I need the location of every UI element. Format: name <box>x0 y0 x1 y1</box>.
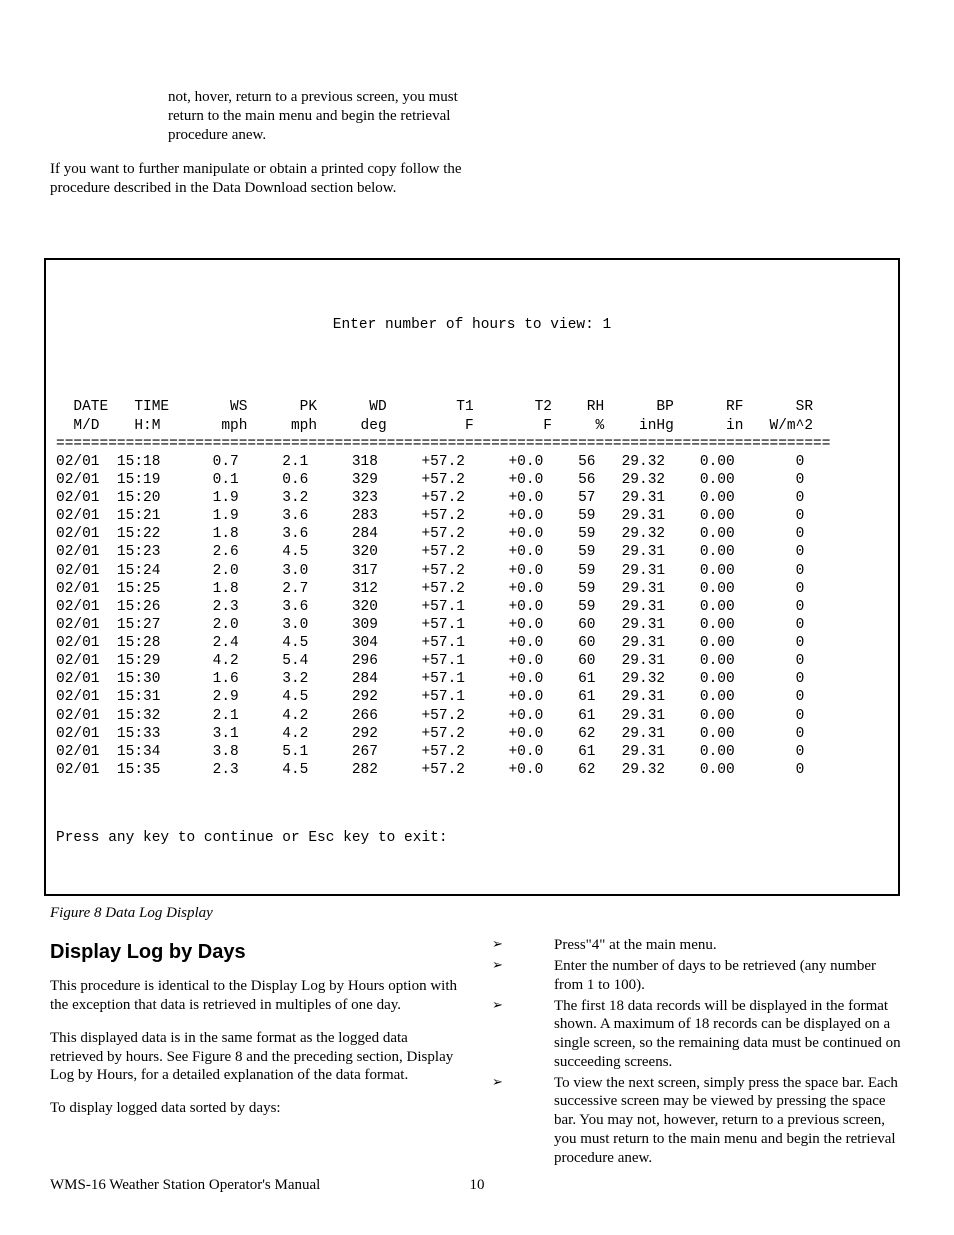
left-column: Display Log by Days This procedure is id… <box>50 936 462 1169</box>
footer-page-number: 10 <box>470 1176 485 1195</box>
list-item-text: The first 18 data records will be displa… <box>554 998 901 1070</box>
list-item-text: Press"4" at the main menu. <box>554 937 717 953</box>
hover-paragraph: not, hover, return to a previous screen,… <box>168 88 458 144</box>
terminal-prompt: Enter number of hours to view: 1 <box>56 316 888 334</box>
bullet-list: ➢ Press"4" at the main menu. ➢ Enter the nu… <box>492 936 904 1167</box>
body-paragraph: This procedure is identical to the Displ… <box>50 977 462 1015</box>
arrow-icon: ➢ <box>492 957 514 973</box>
right-column: ➢ Press"4" at the main menu. ➢ Enter the nu… <box>492 936 904 1169</box>
list-item-text: To view the next screen, simply press th… <box>554 1075 898 1166</box>
page: not, hover, return to a previous screen,… <box>0 0 954 1235</box>
terminal-table: DATE TIME WS PK WD T1 T2 RH BP RF SR M/D… <box>56 398 888 779</box>
footer-left: WMS-16 Weather Station Operator's Manual <box>50 1176 320 1195</box>
arrow-icon: ➢ <box>492 997 514 1013</box>
arrow-icon: ➢ <box>492 936 514 952</box>
list-item: ➢ The first 18 data records will be displ… <box>492 997 904 1072</box>
arrow-icon: ➢ <box>492 1074 514 1090</box>
list-item: ➢ Enter the number of days to be retrieve… <box>492 957 904 995</box>
list-item-text: Enter the number of days to be retrieved… <box>554 958 876 993</box>
figure-caption: Figure 8 Data Log Display <box>50 904 904 923</box>
section-heading-display-log-by-days: Display Log by Days <box>50 940 462 965</box>
body-paragraph: This displayed data is in the same forma… <box>50 1029 462 1085</box>
body-columns: Display Log by Days This procedure is id… <box>50 936 904 1169</box>
manipulate-paragraph: If you want to further manipulate or obt… <box>50 160 510 198</box>
data-log-terminal: Enter number of hours to view: 1 DATE TI… <box>44 258 900 896</box>
list-item: ➢ Press"4" at the main menu. <box>492 936 904 955</box>
page-footer: WMS-16 Weather Station Operator's Manual… <box>50 1176 904 1195</box>
intro-block: not, hover, return to a previous screen,… <box>50 88 904 198</box>
terminal-continue: Press any key to continue or Esc key to … <box>56 829 888 847</box>
body-paragraph: To display logged data sorted by days: <box>50 1099 462 1118</box>
list-item: ➢ To view the next screen, simply press t… <box>492 1074 904 1168</box>
